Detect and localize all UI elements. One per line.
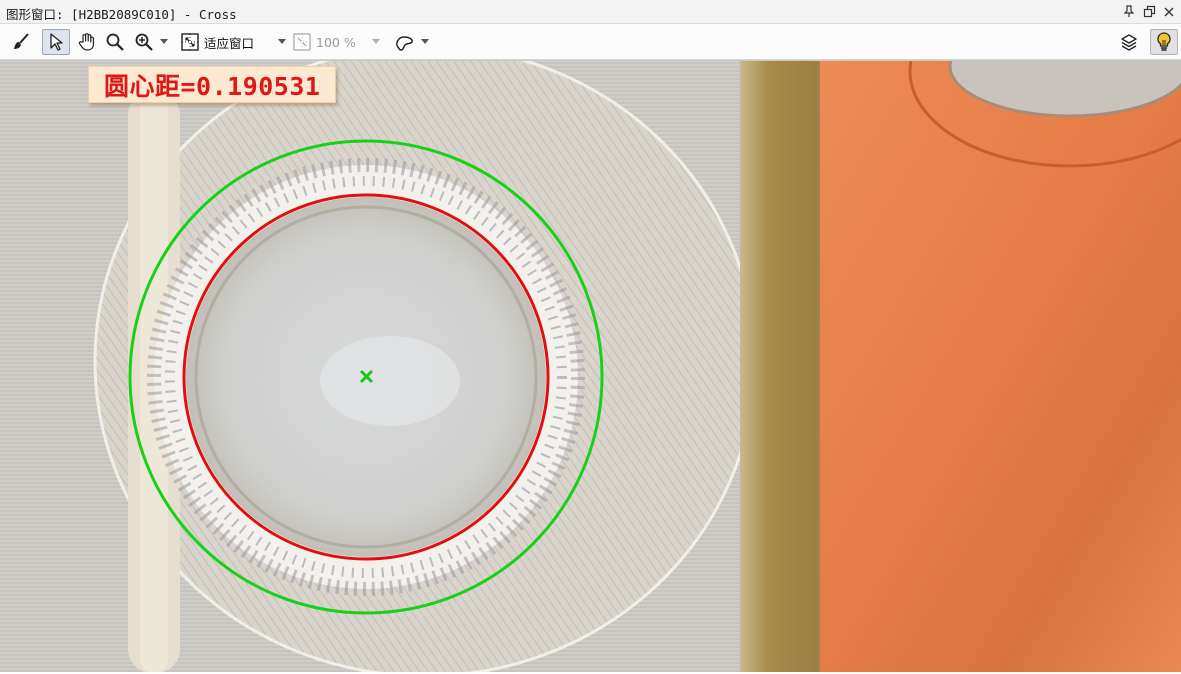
fit-dropdown-caret[interactable] (278, 39, 286, 44)
zoom-percent-button[interactable]: 100 % (292, 29, 364, 55)
restore-icon[interactable] (1141, 3, 1157, 20)
pin-icon[interactable] (1121, 3, 1137, 20)
title-bar: 图形窗口: [H2BB2089C010] - Cross (0, 0, 1181, 24)
lightbulb-icon[interactable] (1150, 29, 1178, 55)
region-dropdown-caret[interactable] (421, 39, 429, 44)
hand-icon[interactable] (74, 29, 100, 55)
zoom-in-icon[interactable] (131, 29, 157, 55)
toolbar: 适应窗口 100 % (0, 24, 1181, 60)
center-distance-label: 圆心距=0.190531 (88, 66, 337, 103)
zoom-percent-label: 100 % (316, 34, 356, 50)
zoom-dropdown-caret[interactable] (160, 39, 168, 44)
fit-window-label: 适应窗口 (204, 35, 255, 51)
region-icon[interactable] (392, 29, 418, 55)
window-controls (1121, 3, 1177, 20)
brush-icon[interactable] (8, 29, 34, 55)
image-canvas[interactable]: 圆心距=0.190531 (0, 60, 1181, 672)
layers-icon[interactable] (1116, 29, 1142, 55)
magnifier-icon[interactable] (102, 29, 128, 55)
inspection-image (0, 61, 1181, 672)
fit-window-icon (181, 33, 199, 51)
fit-window-button[interactable]: 适应窗口 (180, 29, 270, 55)
copper-busbar (820, 61, 1181, 672)
pointer-icon[interactable] (42, 29, 70, 55)
zoom-percent-caret (372, 39, 380, 44)
center-distance-text: 圆心距=0.190531 (104, 71, 321, 101)
zoom-percent-icon (293, 33, 311, 51)
window-title: 图形窗口: [H2BB2089C010] - Cross (6, 7, 237, 22)
close-icon[interactable] (1161, 3, 1177, 20)
